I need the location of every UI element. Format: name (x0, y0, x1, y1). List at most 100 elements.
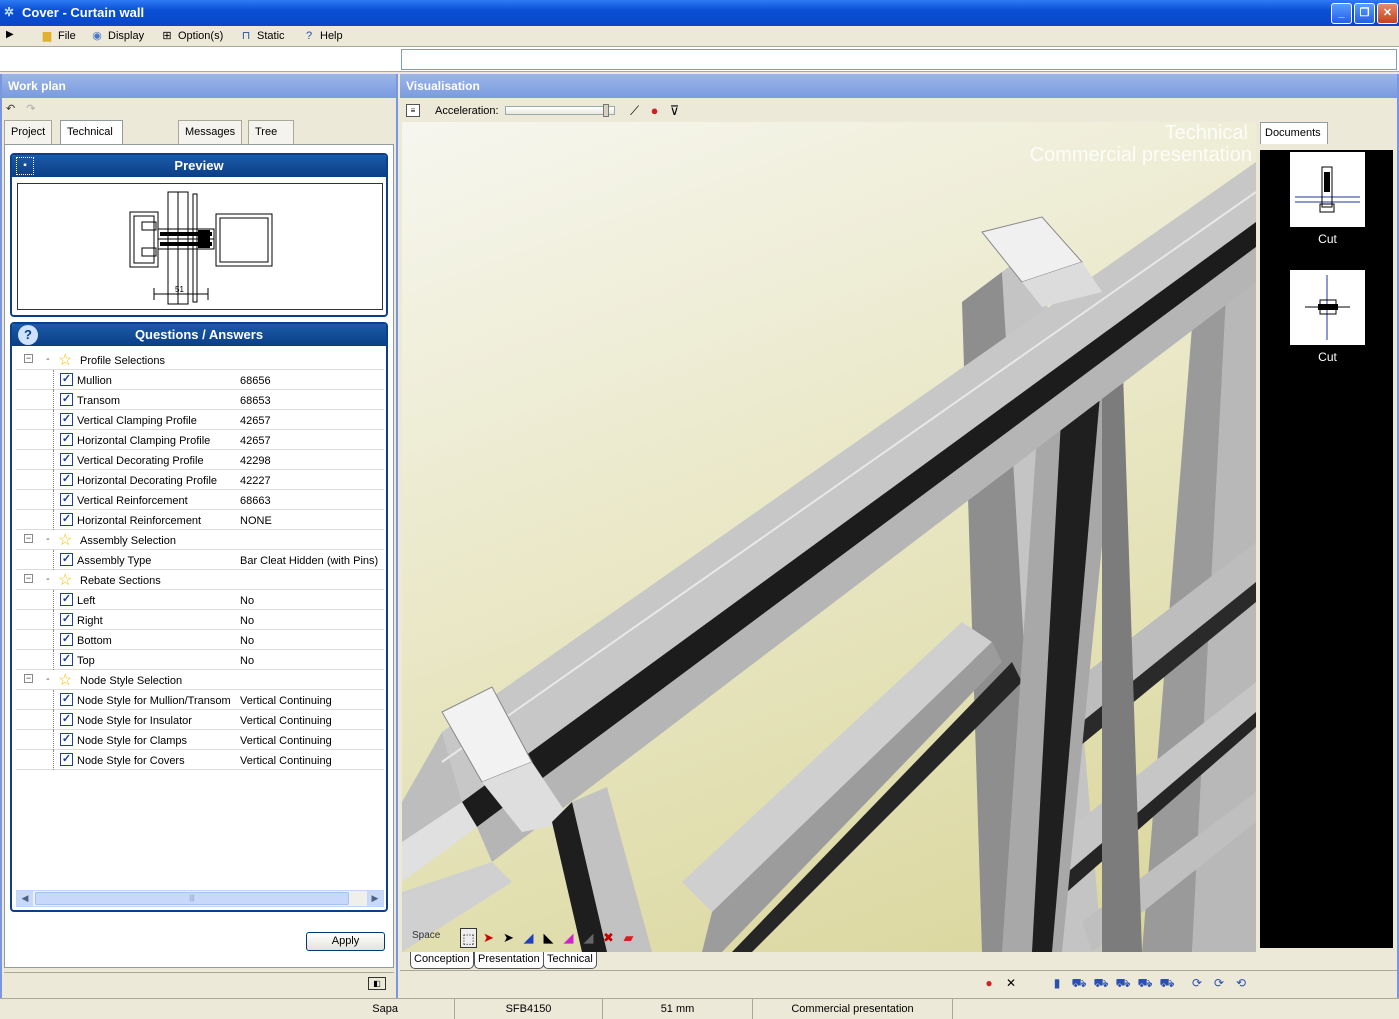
qa-item-row[interactable]: ✓ Right No (16, 610, 384, 630)
checked-checkbox-icon[interactable]: ✓ (60, 593, 73, 606)
ruler-icon[interactable]: ⟋ (626, 102, 643, 119)
checked-checkbox-icon[interactable]: ✓ (60, 633, 73, 646)
car-rotate-icon[interactable]: ⛟ (1158, 975, 1176, 992)
select-area-icon[interactable]: ⬚ (460, 928, 477, 948)
qa-answer[interactable]: Vertical Continuing (240, 715, 332, 727)
tab-messages[interactable]: Messages (178, 120, 243, 144)
qa-item-row[interactable]: ✓ Top No (16, 650, 384, 670)
document-thumbnail-1[interactable] (1290, 152, 1365, 227)
qa-answer[interactable]: 68656 (240, 375, 271, 387)
qa-item-row[interactable]: ✓ Node Style for Clamps Vertical Continuin… (16, 730, 384, 750)
menu-static[interactable]: ⊓ Static (239, 28, 285, 44)
rotate-180-icon[interactable]: ⟳ (1210, 975, 1228, 992)
list-icon[interactable]: ≡ (406, 104, 420, 117)
qa-item-row[interactable]: ✓ Horizontal Clamping Profile 42657 (16, 430, 384, 450)
play-icon[interactable]: ▶ (6, 29, 14, 40)
qa-answer[interactable]: Vertical Continuing (240, 695, 332, 707)
qa-item-row[interactable]: ✓ Horizontal Decorating Profile 42227 (16, 470, 384, 490)
qa-answer[interactable]: 42657 (240, 435, 271, 447)
apply-button[interactable]: Apply (306, 932, 385, 951)
collapse-icon[interactable]: − (24, 574, 33, 583)
checked-checkbox-icon[interactable]: ✓ (60, 753, 73, 766)
tab-documents[interactable]: Documents (1260, 122, 1328, 144)
checked-checkbox-icon[interactable]: ✓ (60, 693, 73, 706)
undo-icon[interactable]: ↶ (6, 103, 15, 115)
qa-item-row[interactable]: ✓ Bottom No (16, 630, 384, 650)
qa-answer[interactable]: No (240, 635, 254, 647)
qa-group-row[interactable]: − - ☆ Assembly Selection (16, 530, 384, 550)
dock-panel-icon[interactable]: ◧ (368, 977, 386, 990)
stop-record-icon[interactable]: ✕ (1002, 975, 1020, 992)
redo-icon[interactable]: ↷ (26, 103, 35, 115)
qa-answer[interactable]: Vertical Continuing (240, 735, 332, 747)
qa-item-row[interactable]: ✓ Vertical Decorating Profile 42298 (16, 450, 384, 470)
delete-selection-icon[interactable]: ✖ (600, 928, 617, 948)
collapse-icon[interactable]: − (24, 674, 33, 683)
record-icon[interactable]: ● (980, 975, 998, 992)
qa-group-row[interactable]: − - ☆ Node Style Selection (16, 670, 384, 690)
pointer-blue-icon[interactable]: ◢ (520, 928, 537, 948)
tab-technical-properties[interactable]: Technical properties (60, 120, 123, 160)
color-ball-icon[interactable]: ● (646, 102, 663, 119)
qa-answer[interactable]: NONE (240, 515, 272, 527)
filter-icon[interactable]: ⊽ (666, 102, 683, 119)
qa-answer[interactable]: Bar Cleat Hidden (with Pins) (240, 555, 378, 567)
acceleration-slider[interactable] (505, 104, 615, 117)
qa-group-row[interactable]: − - ☆ Rebate Sections (16, 570, 384, 590)
checked-checkbox-icon[interactable]: ✓ (60, 473, 73, 486)
command-input[interactable] (401, 49, 1397, 70)
acceleration-slider-thumb[interactable] (603, 104, 609, 117)
menu-options[interactable]: ⊞ Option(s) (160, 28, 223, 44)
pointer-cut-icon[interactable]: ◣ (540, 928, 557, 948)
car-left-icon[interactable]: ⛟ (1092, 975, 1110, 992)
tab-tree-view-cutting-list[interactable]: Tree view cutting list (248, 120, 295, 204)
checked-checkbox-icon[interactable]: ✓ (60, 553, 73, 566)
maximize-button[interactable]: ❐ (1354, 3, 1375, 24)
scroll-thumb[interactable]: ||| (35, 892, 349, 905)
checked-checkbox-icon[interactable]: ✓ (60, 373, 73, 386)
qa-group-row[interactable]: − - ☆ Profile Selections (16, 350, 384, 370)
scroll-right-button[interactable]: ▶ (367, 891, 383, 906)
qa-answer[interactable]: 68653 (240, 395, 271, 407)
checked-checkbox-icon[interactable]: ✓ (60, 733, 73, 746)
checked-checkbox-icon[interactable]: ✓ (60, 513, 73, 526)
car-front-icon[interactable]: ⛟ (1070, 975, 1088, 992)
menu-file[interactable]: ▆ File (40, 28, 76, 44)
minimize-button[interactable]: _ (1331, 3, 1352, 24)
pointer-red-icon[interactable]: ➤ (480, 928, 497, 948)
rotate-90-icon[interactable]: ⟳ (1188, 975, 1206, 992)
tab-presentation[interactable]: Presentation (474, 952, 544, 969)
pointer-grey-icon[interactable]: ◢ (580, 928, 597, 948)
qa-item-row[interactable]: ✓ Transom 68653 (16, 390, 384, 410)
collapse-icon[interactable]: − (24, 354, 33, 363)
document-thumbnail-2[interactable] (1290, 270, 1365, 345)
tower-icon[interactable]: ▮ (1048, 975, 1066, 992)
qa-answer[interactable]: No (240, 595, 254, 607)
qa-item-row[interactable]: ✓ Mullion 68656 (16, 370, 384, 390)
qa-answer[interactable]: 42227 (240, 475, 271, 487)
qa-answer[interactable]: 42298 (240, 455, 271, 467)
checked-checkbox-icon[interactable]: ✓ (60, 453, 73, 466)
qa-item-row[interactable]: ✓ Node Style for Covers Vertical Continuin… (16, 750, 384, 770)
car-back-icon[interactable]: ⛟ (1136, 975, 1154, 992)
pointer-white-icon[interactable]: ➤ (500, 928, 517, 948)
collapse-icon[interactable]: − (24, 534, 33, 543)
qa-item-row[interactable]: ✓ Node Style for Mullion/Transom Vertical … (16, 690, 384, 710)
rotate-free-icon[interactable]: ⟲ (1232, 975, 1250, 992)
qa-item-row[interactable]: ✓ Left No (16, 590, 384, 610)
close-button[interactable]: ✕ (1377, 3, 1398, 24)
tab-technical[interactable]: Technical (543, 952, 597, 969)
qa-answer[interactable]: 68663 (240, 495, 271, 507)
tab-project[interactable]: Project (4, 120, 53, 144)
checked-checkbox-icon[interactable]: ✓ (60, 613, 73, 626)
checked-checkbox-icon[interactable]: ✓ (60, 433, 73, 446)
checked-checkbox-icon[interactable]: ✓ (60, 653, 73, 666)
checked-checkbox-icon[interactable]: ✓ (60, 493, 73, 506)
qa-item-row[interactable]: ✓ Vertical Clamping Profile 42657 (16, 410, 384, 430)
checked-checkbox-icon[interactable]: ✓ (60, 413, 73, 426)
qa-answer[interactable]: 42657 (240, 415, 271, 427)
checked-checkbox-icon[interactable]: ✓ (60, 393, 73, 406)
qa-item-row[interactable]: ✓ Assembly Type Bar Cleat Hidden (with Pin… (16, 550, 384, 570)
3d-viewport[interactable]: Technical Commercial presentation Space … (402, 122, 1256, 952)
car-right-icon[interactable]: ⛟ (1114, 975, 1132, 992)
